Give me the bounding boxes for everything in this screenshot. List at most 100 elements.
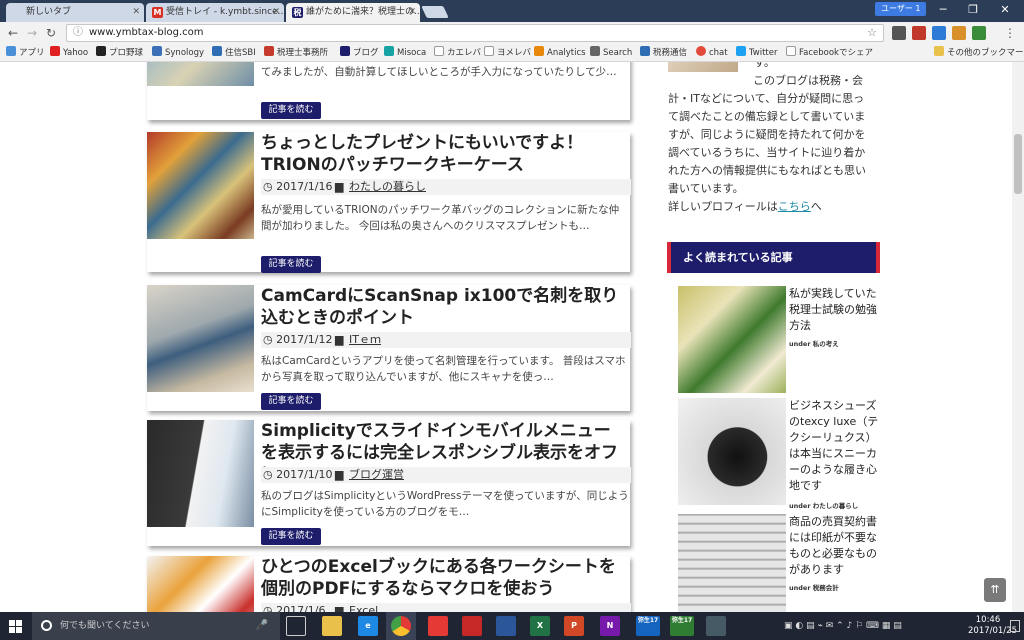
windows-start-icon[interactable]	[0, 612, 32, 640]
bookmark-kaereba[interactable]: カエレバ	[434, 44, 481, 62]
article-title[interactable]: ひとつのExcelブックにある各ワークシートを個別のPDFにするならマクロを使お…	[261, 556, 626, 600]
bookmark-yahoo[interactable]: Yahoo	[50, 44, 88, 62]
new-tab-button[interactable]	[421, 6, 449, 18]
minimize-icon[interactable]: ─	[928, 0, 958, 20]
popular-article-thumbnail[interactable]	[678, 286, 786, 393]
maximize-icon[interactable]: ❐	[958, 0, 988, 20]
bookmark-star-icon[interactable]: ☆	[867, 25, 877, 41]
popular-article-thumbnail[interactable]	[678, 514, 786, 612]
page-icon	[484, 46, 494, 56]
scroll-to-top-button[interactable]: ⇈	[984, 578, 1006, 602]
bookmark-yomereba[interactable]: ヨメレバ	[484, 44, 531, 62]
bookmark-search[interactable]: Search	[590, 44, 632, 62]
app-icon[interactable]	[428, 616, 448, 636]
notifications-icon[interactable]	[1010, 620, 1020, 632]
page-scrollbar[interactable]	[1012, 62, 1024, 612]
bookmark-label: Analytics	[547, 48, 586, 58]
tab-new-tab[interactable]: 新しいタブ ✕	[6, 3, 144, 22]
read-article-button[interactable]: 記事を読む	[261, 528, 321, 545]
profile-more-suffix: へ	[810, 200, 822, 213]
bookmark-analytics[interactable]: Analytics	[534, 44, 586, 62]
extension-icon[interactable]	[892, 26, 906, 40]
article-category[interactable]: わたしの暮らし	[349, 179, 426, 195]
bookmark-baseball[interactable]: プロ野球	[96, 44, 143, 62]
bookmark-misoca[interactable]: Misoca	[384, 44, 426, 62]
taskbar-clock[interactable]: 10:46 2017/01/25	[968, 615, 1017, 637]
bookmark-zeimu-tsushin[interactable]: 税務通信	[640, 44, 687, 62]
date-text: 2017/1/6	[276, 604, 326, 612]
article-category[interactable]: ブログ運営	[349, 467, 404, 483]
close-window-icon[interactable]: ✕	[990, 0, 1020, 20]
info-icon[interactable]: ⓘ	[73, 25, 83, 41]
task-view-icon[interactable]	[286, 616, 306, 636]
bookmark-apps[interactable]: アプリ	[6, 44, 45, 62]
article-meta: ◷ 2017/1/12 ▆ ITｅｍ	[261, 332, 631, 348]
extension-icon[interactable]	[952, 26, 966, 40]
bookmark-blog[interactable]: ブログ	[340, 44, 379, 62]
tray-icons[interactable]: ▣ ◐ ▤ ⌁ ✉ ⌃ ♪ ⚐ ⌨ ▦ ▤	[784, 612, 902, 640]
tab-blog[interactable]: 税 誰がために湍来？税理士の... ✕	[286, 3, 420, 22]
article-thumbnail[interactable]	[147, 285, 254, 392]
taskbar-search-box[interactable]: 何でも聞いてください 🎤	[32, 612, 280, 640]
article-thumbnail[interactable]	[147, 420, 254, 527]
close-icon[interactable]: ✕	[272, 3, 280, 22]
popular-article-category: under 私の考え	[789, 340, 839, 348]
bookmark-other[interactable]: その他のブックマーク	[934, 44, 1024, 62]
popular-article-title[interactable]: 商品の売買契約書には印紙が不要なものと必要なものがあります	[789, 514, 883, 578]
profile-link[interactable]: こちら	[778, 200, 811, 213]
synology-icon	[152, 46, 162, 56]
powerpoint-icon[interactable]: P	[564, 616, 584, 636]
article-excerpt: 私のブログはSimplicityというWordPressテーマを使っていますが、…	[261, 490, 629, 518]
chat-icon	[696, 46, 706, 56]
forward-icon[interactable]: →	[24, 25, 40, 41]
scrollbar-thumb[interactable]	[1014, 134, 1022, 194]
menu-icon[interactable]: ⋮	[1002, 25, 1018, 41]
popular-article-title[interactable]: ビジネスシューズのtexcy luxe（テクシーリュクス）は本当にスニーカーのよ…	[789, 398, 883, 494]
bookmark-twitter[interactable]: Twitter	[736, 44, 778, 62]
reload-icon[interactable]: ↻	[43, 25, 59, 41]
yayoi-icon[interactable]: 弥生17	[636, 616, 660, 636]
popular-articles-heading: よく読まれている記事	[667, 242, 880, 273]
profile-line: 調べているうちに、当サイトに辿り着か	[668, 146, 866, 159]
read-article-button[interactable]: 記事を読む	[261, 256, 321, 273]
extension-icon[interactable]	[912, 26, 926, 40]
app-icon[interactable]	[462, 616, 482, 636]
popular-article-thumbnail[interactable]	[678, 398, 786, 505]
close-icon[interactable]: ✕	[408, 3, 416, 22]
article-thumbnail[interactable]	[147, 62, 254, 86]
misoca-icon	[384, 46, 394, 56]
tab-label: 新しいタブ	[26, 7, 72, 17]
blog-favicon-icon: 税	[292, 7, 303, 18]
bookmark-facebook-share[interactable]: Facebookでシェア	[786, 44, 873, 62]
extension-icon[interactable]	[972, 26, 986, 40]
user-badge[interactable]: ユーザー 1	[875, 2, 927, 16]
read-article-button[interactable]: 記事を読む	[261, 102, 321, 119]
bookmark-chat[interactable]: chat	[696, 44, 728, 62]
excel-icon[interactable]: X	[530, 616, 550, 636]
word-icon[interactable]	[496, 616, 516, 636]
article-thumbnail[interactable]	[147, 132, 254, 239]
bookmark-sbi[interactable]: 住信SBI	[212, 44, 256, 62]
edge-icon[interactable]: e	[358, 616, 378, 636]
article-category[interactable]: ITｅｍ	[349, 332, 381, 348]
app-icon[interactable]	[706, 616, 726, 636]
tab-gmail[interactable]: M 受信トレイ - k.ymbt.since... ✕	[146, 3, 284, 22]
article-title[interactable]: ちょっとしたプレゼントにもいいですよ！TRIONのパッチワークキーケース	[261, 132, 626, 176]
close-icon[interactable]: ✕	[132, 3, 140, 22]
bookmark-tax-office[interactable]: 税理士事務所	[264, 44, 328, 62]
clock-time: 10:46	[975, 615, 1001, 625]
onenote-icon[interactable]: N	[600, 616, 620, 636]
article-category[interactable]: Excel	[349, 603, 378, 612]
article-thumbnail[interactable]	[147, 556, 254, 612]
extension-icon[interactable]	[932, 26, 946, 40]
yayoi-icon[interactable]: 弥生17	[670, 616, 694, 636]
chrome-icon[interactable]	[391, 616, 411, 636]
address-bar[interactable]: ⓘ www.ymbtax-blog.com ☆	[66, 24, 884, 42]
read-article-button[interactable]: 記事を読む	[261, 393, 321, 410]
back-icon[interactable]: ←	[5, 25, 21, 41]
article-title[interactable]: CamCardにScanSnap ix100で名刺を取り込むときのポイント	[261, 285, 626, 329]
explorer-icon[interactable]	[322, 616, 342, 636]
microphone-icon[interactable]: 🎤	[256, 612, 268, 640]
bookmark-synology[interactable]: Synology	[152, 44, 204, 62]
popular-article-title[interactable]: 私が実践していた税理士試験の勉強方法	[789, 286, 883, 334]
